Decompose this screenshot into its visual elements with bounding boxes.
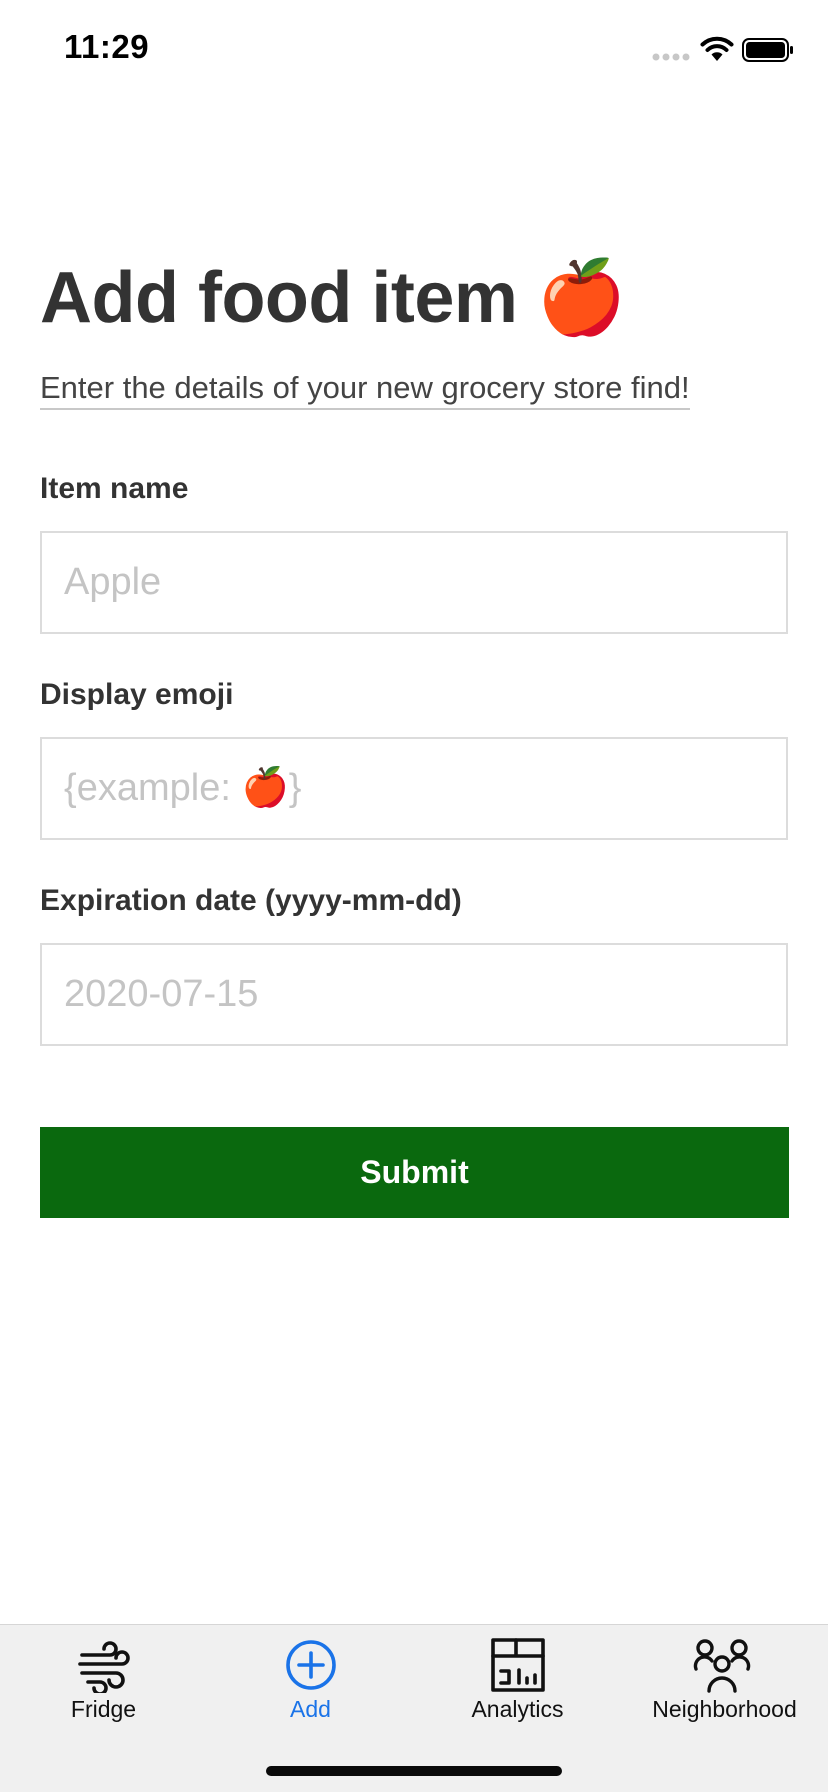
expiration-date-label: Expiration date (yyyy-mm-dd) [40,884,462,917]
page-title: Add food item 🍎 [40,258,627,338]
home-indicator [266,1766,562,1776]
battery-icon [742,38,793,62]
add-food-screen: 11:29 Add food item 🍎 Enter the details … [0,0,828,1792]
cellular-signal-icon [652,53,690,61]
plus-circle-icon [286,1640,336,1690]
display-emoji-label: Display emoji [40,678,234,711]
tab-add[interactable]: Add [207,1625,414,1735]
submit-button[interactable]: Submit [40,1127,789,1218]
tab-analytics[interactable]: Analytics [414,1625,621,1735]
page-subtitle: Enter the details of your new grocery st… [40,370,690,410]
tab-neighborhood[interactable]: Neighborhood [621,1625,828,1735]
status-time: 11:29 [64,28,150,65]
expiration-date-input[interactable] [40,943,788,1046]
status-bar: 11:29 [0,0,828,100]
wind-icon [78,1641,130,1693]
people-icon [693,1639,751,1693]
item-name-input[interactable] [40,531,788,634]
display-emoji-input[interactable] [40,737,788,840]
item-name-label: Item name [40,472,189,505]
tab-fridge-label: Fridge [70,1696,137,1722]
tab-neighborhood-label: Neighborhood [652,1696,797,1722]
tab-add-label: Add [290,1696,331,1722]
tab-fridge[interactable]: Fridge [0,1625,207,1735]
tab-analytics-label: Analytics [471,1696,564,1722]
analytics-icon [491,1638,545,1692]
wifi-icon [700,36,734,61]
